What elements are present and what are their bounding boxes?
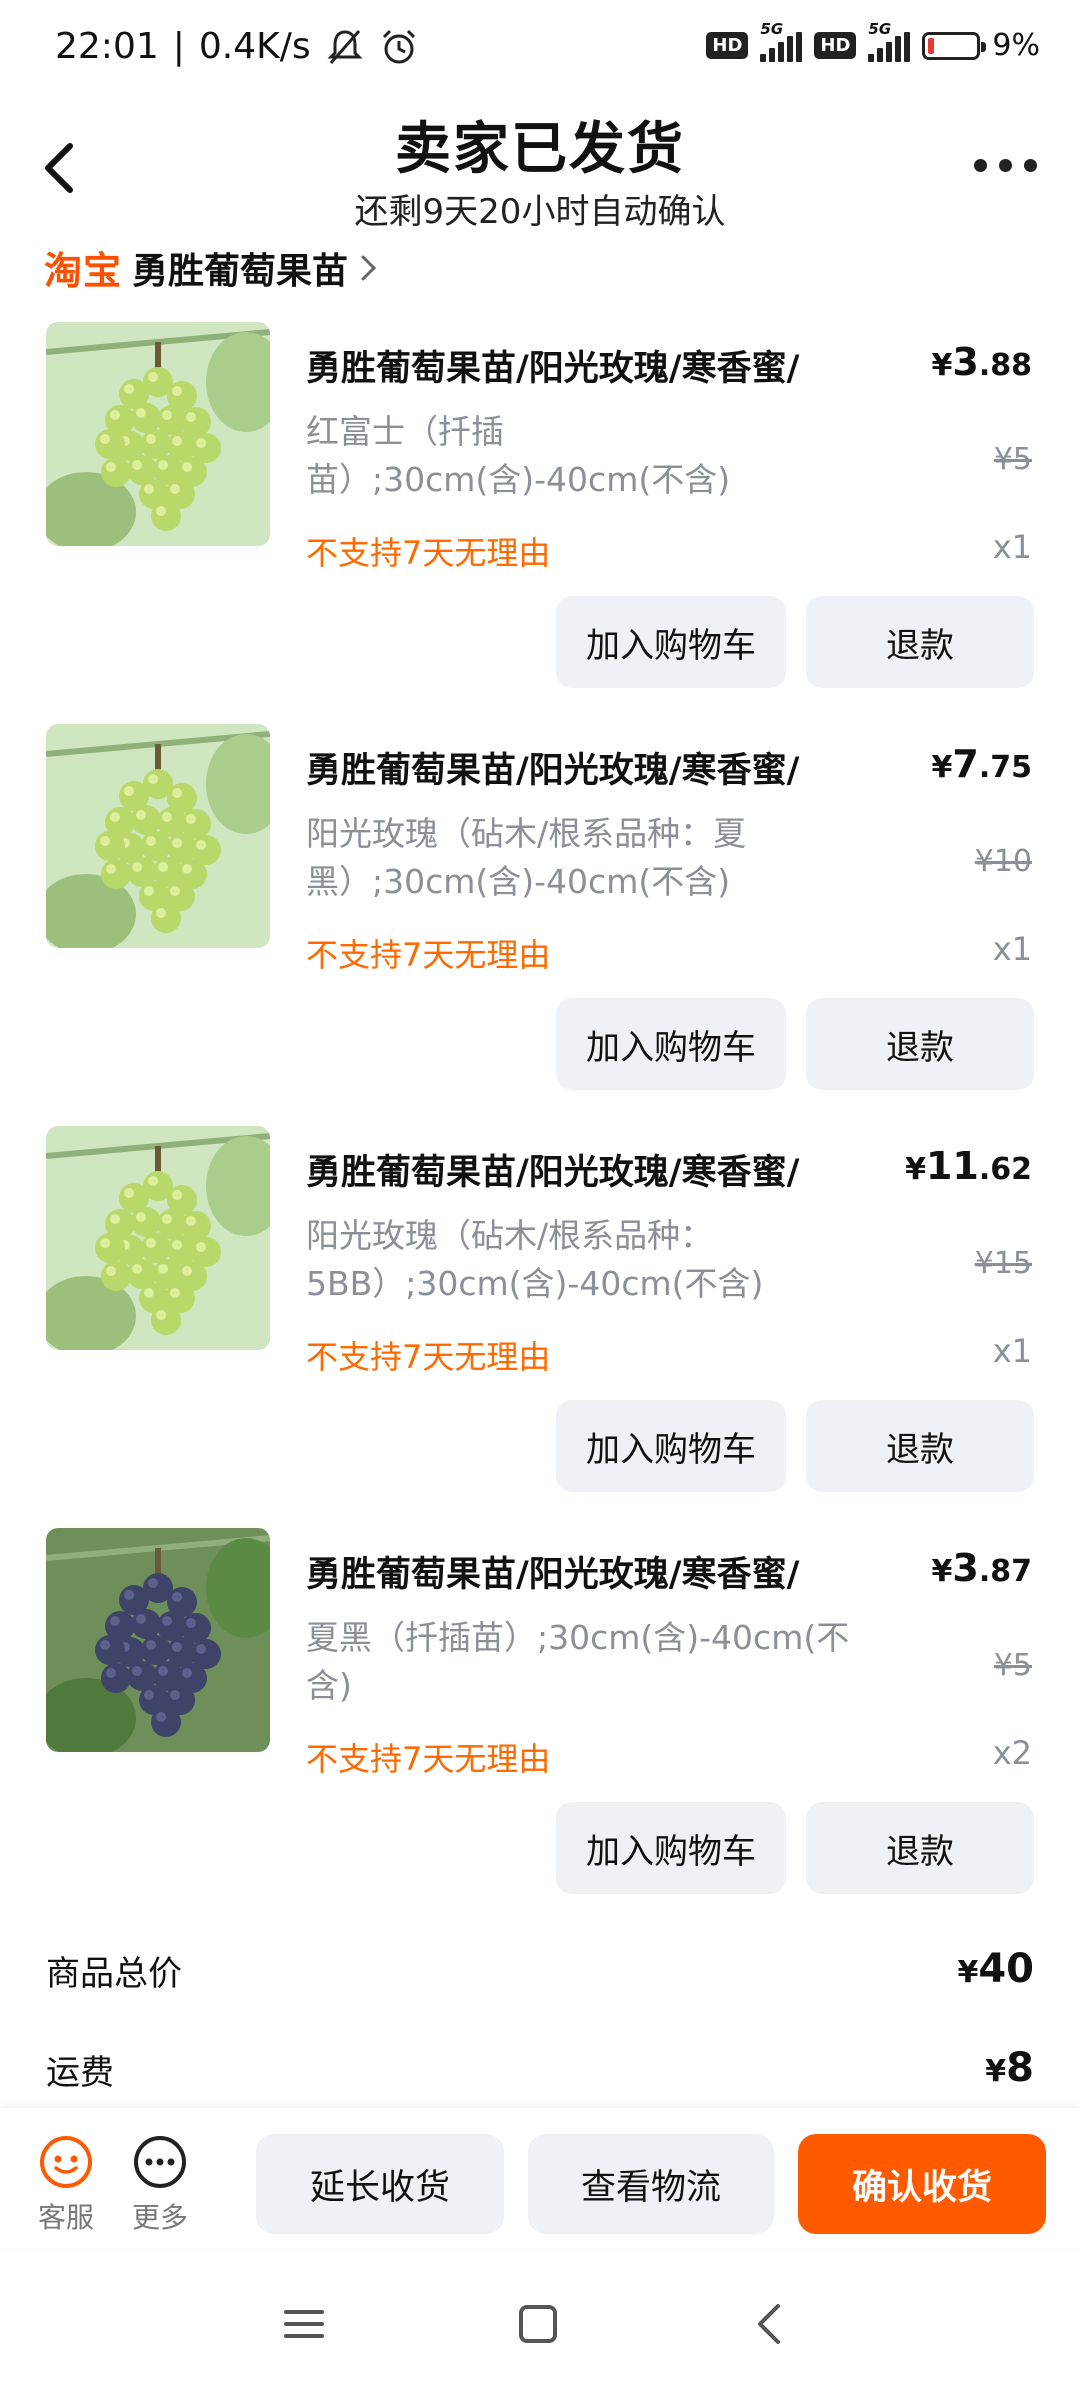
customer-service-label: 客服 <box>38 2201 95 2234</box>
product-quantity: x2 <box>992 1734 1032 1772</box>
refund-button[interactable]: 退款 <box>806 596 1034 688</box>
original-price: ¥15 <box>974 1246 1032 1281</box>
product-image[interactable] <box>46 724 270 948</box>
store-name: 勇胜葡萄果苗 <box>132 250 349 292</box>
auto-confirm-countdown: 还剩9天20小时自动确认 <box>354 192 726 232</box>
hd-badge: HD <box>814 32 857 59</box>
page-title: 卖家已发货 <box>395 117 685 182</box>
product-quantity: x1 <box>992 930 1032 968</box>
shipping-value: ¥8 <box>985 2045 1034 2091</box>
grape-image <box>46 1126 270 1350</box>
product-spec: 阳光玫瑰（砧木/根系品种：5BB）;30cm(含)-40cm(不含) <box>306 1216 764 1303</box>
product-card[interactable]: 勇胜葡萄果苗/阳光玫瑰/寒香蜜/ ¥11.62 阳光玫瑰（砧木/根系品种：5BB… <box>0 1126 1080 1528</box>
confirm-receipt-button[interactable]: 确认收货 <box>798 2134 1046 2234</box>
return-policy-note: 不支持7天无理由 <box>306 1740 551 1778</box>
more-button[interactable]: 更多 <box>132 2134 188 2236</box>
add-to-cart-button[interactable]: 加入购物车 <box>556 1400 786 1492</box>
original-price: ¥10 <box>974 844 1032 879</box>
goods-total-row: 商品总价 ¥40 <box>46 1946 1034 1995</box>
product-title[interactable]: 勇胜葡萄果苗/阳光玫瑰/寒香蜜/ <box>306 1144 906 1195</box>
system-nav-bar <box>0 2248 1080 2400</box>
customer-service-button[interactable]: 客服 <box>38 2134 94 2236</box>
product-image[interactable] <box>46 1528 270 1752</box>
dot-icon <box>998 158 1012 172</box>
hd-badge: HD <box>706 32 749 59</box>
product-quantity: x1 <box>992 528 1032 566</box>
battery-level: 9% <box>992 28 1040 63</box>
goods-total-label: 商品总价 <box>46 1954 182 1994</box>
chevron-right-icon <box>361 255 377 280</box>
view-logistics-button[interactable]: 查看物流 <box>528 2134 774 2234</box>
refund-button[interactable]: 退款 <box>806 1400 1034 1492</box>
more-label: 更多 <box>132 2201 189 2234</box>
home-icon[interactable] <box>508 2294 568 2354</box>
taobao-logo: 淘宝 <box>44 249 123 293</box>
bottom-action-bar: 客服 更多 延长收货 查看物流 确认收货 <box>0 2108 1080 2248</box>
product-card[interactable]: 勇胜葡萄果苗/阳光玫瑰/寒香蜜/ ¥3.87 夏黑（扦插苗）;30cm(含)-4… <box>0 1528 1080 1930</box>
original-price: ¥5 <box>993 442 1032 477</box>
product-image[interactable] <box>46 322 270 546</box>
product-title[interactable]: 勇胜葡萄果苗/阳光玫瑰/寒香蜜/ <box>306 742 906 793</box>
store-link[interactable]: 淘宝 勇胜葡萄果苗 <box>44 240 380 295</box>
extend-receipt-button[interactable]: 延长收货 <box>256 2134 504 2234</box>
alarm-icon <box>382 29 415 63</box>
original-price: ¥5 <box>993 1648 1032 1683</box>
return-policy-note: 不支持7天无理由 <box>306 936 551 974</box>
grape-image <box>46 1528 270 1752</box>
signal-icon: 5G <box>868 20 911 62</box>
shipping-label: 运费 <box>46 2053 114 2093</box>
dot-icon <box>1023 158 1037 172</box>
status-right: HD 5G HD 5G 9% <box>706 20 1040 63</box>
product-price: ¥3.87 <box>931 1546 1032 1590</box>
status-time: 22:01 <box>55 26 159 67</box>
return-policy-note: 不支持7天无理由 <box>306 1338 551 1376</box>
back-nav-icon[interactable] <box>740 2294 800 2354</box>
refund-button[interactable]: 退款 <box>806 1802 1034 1894</box>
mute-bell-icon <box>327 29 363 64</box>
product-image[interactable] <box>46 1126 270 1350</box>
dot-icon <box>973 158 987 172</box>
product-title[interactable]: 勇胜葡萄果苗/阳光玫瑰/寒香蜜/ <box>306 340 906 391</box>
grape-image <box>46 724 270 948</box>
shipping-row: 运费 ¥8 <box>46 2045 1034 2094</box>
product-spec: 夏黑（扦插苗）;30cm(含)-40cm(不含) <box>306 1618 850 1705</box>
product-spec: 阳光玫瑰（砧木/根系品种：夏黑）;30cm(含)-40cm(不含) <box>306 814 747 901</box>
status-bar: 22:01 | 0.4K/s HD 5G HD 5G 9% <box>0 0 1080 100</box>
signal-icon: 5G <box>760 20 803 62</box>
grape-image <box>46 322 270 546</box>
refund-button[interactable]: 退款 <box>806 998 1034 1090</box>
customer-service-icon <box>40 2136 92 2188</box>
product-spec: 红富士（扦插苗）;30cm(含)-40cm(不含) <box>306 412 731 499</box>
product-quantity: x1 <box>992 1332 1032 1370</box>
add-to-cart-button[interactable]: 加入购物车 <box>556 596 786 688</box>
menu-icon[interactable] <box>274 2294 334 2354</box>
product-title[interactable]: 勇胜葡萄果苗/阳光玫瑰/寒香蜜/ <box>306 1546 906 1597</box>
product-price: ¥7.75 <box>931 742 1032 786</box>
more-dots-icon <box>134 2136 186 2188</box>
product-card[interactable]: 勇胜葡萄果苗/阳光玫瑰/寒香蜜/ ¥7.75 阳光玫瑰（砧木/根系品种：夏黑）;… <box>0 724 1080 1126</box>
product-price: ¥11.62 <box>905 1144 1032 1188</box>
network-speed: 0.4K/s <box>198 26 311 67</box>
product-card[interactable]: 勇胜葡萄果苗/阳光玫瑰/寒香蜜/ ¥3.88 红富士（扦插苗）;30cm(含)-… <box>0 322 1080 724</box>
add-to-cart-button[interactable]: 加入购物车 <box>556 1802 786 1894</box>
goods-total-value: ¥40 <box>957 1946 1034 1992</box>
return-policy-note: 不支持7天无理由 <box>306 534 551 572</box>
product-price: ¥3.88 <box>931 340 1032 384</box>
battery-icon <box>922 31 987 60</box>
add-to-cart-button[interactable]: 加入购物车 <box>556 998 786 1090</box>
more-options-button[interactable] <box>970 150 1040 180</box>
status-left: 22:01 | 0.4K/s <box>55 26 419 67</box>
